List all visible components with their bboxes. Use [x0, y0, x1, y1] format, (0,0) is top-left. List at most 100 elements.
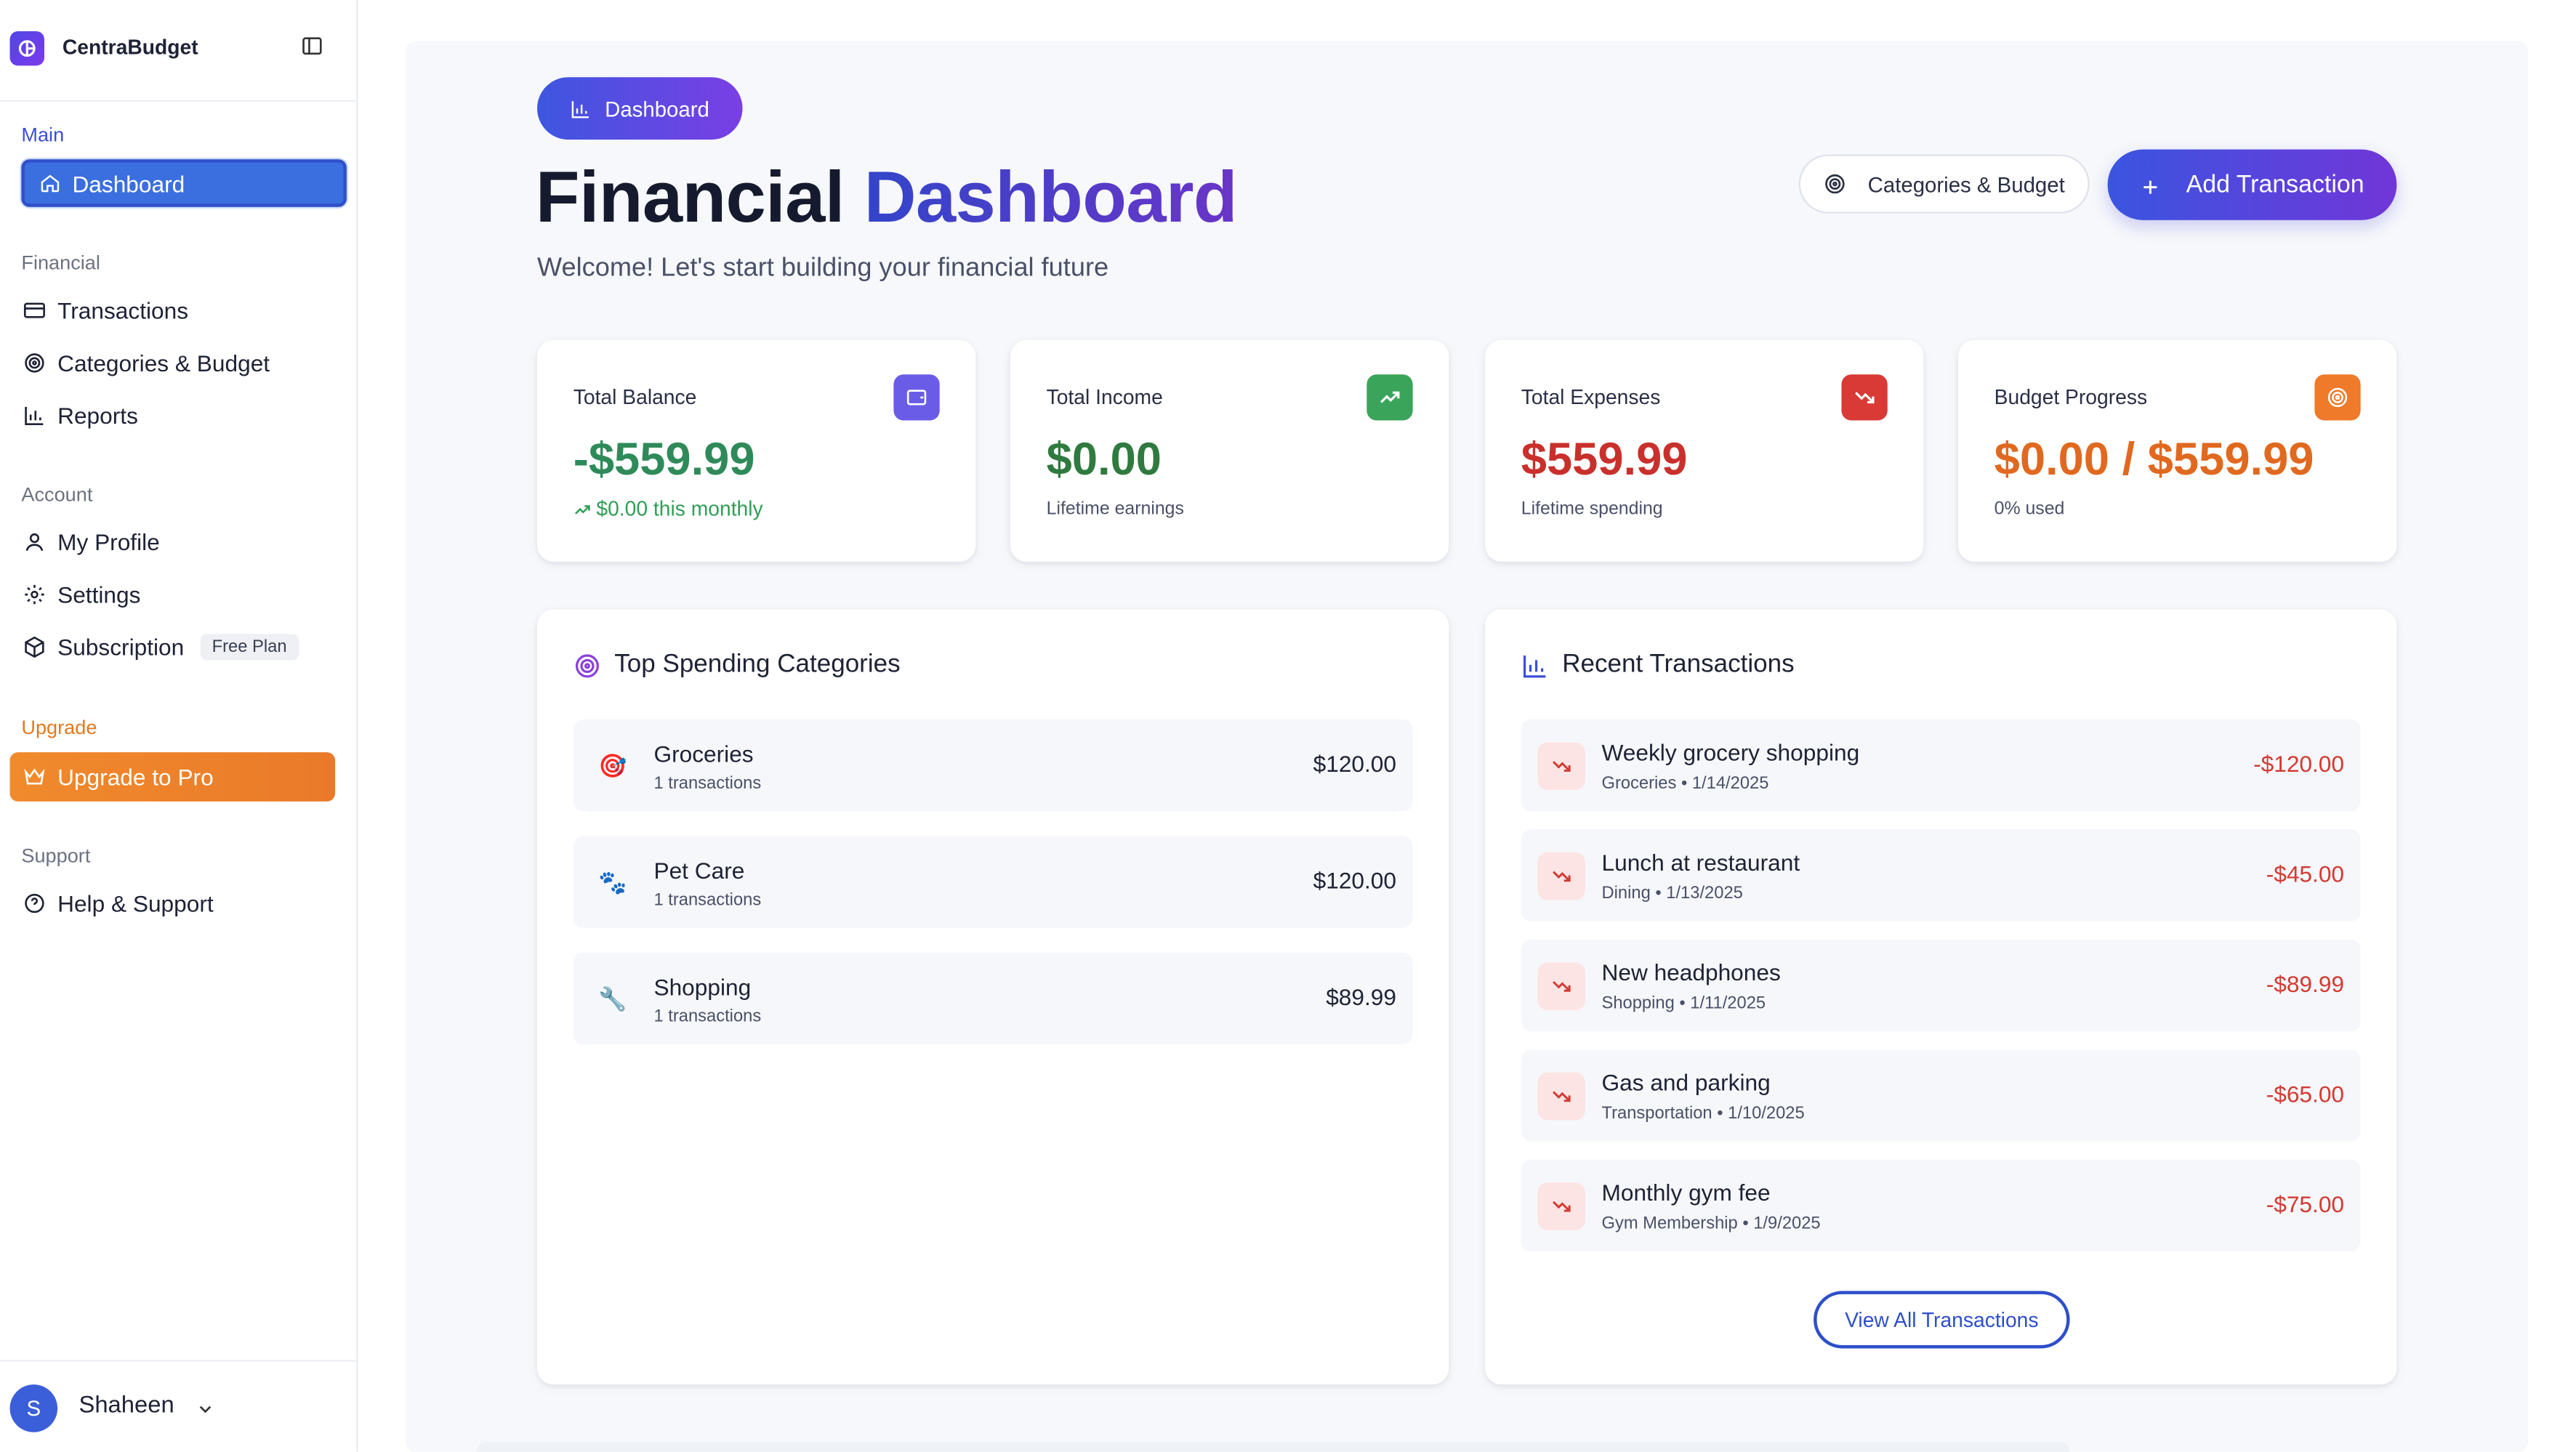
plus-icon — [2140, 175, 2160, 195]
sidebar-item-label: Upgrade to Pro — [57, 763, 214, 791]
section-label-support: Support — [21, 844, 91, 868]
list-item[interactable]: 🐾 Pet Care 1 transactions $120.00 — [573, 836, 1413, 928]
crown-icon — [23, 765, 47, 788]
page-title: Financial Dashboard — [535, 157, 1238, 240]
home-icon — [38, 172, 61, 195]
button-label: Add Transaction — [2186, 171, 2364, 199]
panel-title: Recent Transactions — [1521, 650, 1795, 680]
trend-down-icon — [1537, 1182, 1585, 1230]
target-icon — [1824, 172, 1847, 195]
sidebar-item-subscription[interactable]: Subscription Free Plan — [21, 626, 346, 669]
stat-sub-text: $0.00 this monthly — [596, 497, 763, 521]
wrench-icon: 🔧 — [598, 985, 627, 1012]
sidebar-item-reports[interactable]: Reports — [21, 394, 346, 437]
avatar: S — [9, 1384, 58, 1432]
trend-up-icon — [573, 500, 592, 518]
dart-icon: 🎯 — [598, 752, 627, 779]
brand[interactable]: CentraBudget — [9, 30, 349, 66]
trend-down-icon — [1841, 374, 1888, 421]
trend-down-icon — [1537, 852, 1585, 900]
user-menu[interactable]: S Shaheen — [0, 1360, 357, 1452]
page-bottom-edge — [476, 1442, 2070, 1452]
transaction-amount: -$65.00 — [2266, 1081, 2345, 1108]
sidebar-item-label: Transactions — [57, 297, 189, 324]
table-row[interactable]: New headphones Shopping • 1/11/2025 -$89… — [1521, 939, 2361, 1032]
target-icon — [573, 651, 601, 679]
sidebar-item-label: Help & Support — [57, 890, 214, 917]
user-icon — [23, 531, 47, 554]
stat-card-total-expenses: Total Expenses $559.99 Lifetime spending — [1485, 339, 1924, 562]
transaction-meta: Shopping • 1/11/2025 — [1601, 993, 1766, 1014]
transaction-meta: Gym Membership • 1/9/2025 — [1601, 1214, 1821, 1234]
transaction-meta: Dining • 1/13/2025 — [1601, 883, 1743, 903]
button-label: Categories & Budget — [1867, 172, 2065, 197]
top-spending-panel: Top Spending Categories 🎯 Groceries 1 tr… — [537, 609, 1449, 1385]
gear-icon — [23, 583, 47, 606]
sidebar-item-label: My Profile — [57, 528, 160, 555]
stat-card-total-balance: Total Balance -$559.99 $0.00 this monthl… — [537, 339, 976, 562]
table-row[interactable]: Lunch at restaurant Dining • 1/13/2025 -… — [1521, 829, 2361, 921]
category-name: Groceries — [653, 741, 754, 767]
trend-down-icon — [1537, 742, 1585, 791]
stat-value: $559.99 — [1521, 433, 1688, 485]
sidebar-item-help[interactable]: Help & Support — [21, 882, 346, 925]
page-title-part1: Financial — [535, 157, 845, 238]
stat-label: Total Income — [1046, 386, 1163, 409]
bar-chart-icon — [23, 404, 47, 427]
transaction-amount: -$120.00 — [2253, 750, 2345, 777]
transaction-name: Gas and parking — [1601, 1069, 1771, 1096]
sidebar-item-label: Categories & Budget — [57, 350, 270, 376]
transaction-amount: -$89.99 — [2266, 970, 2345, 997]
transaction-meta: Transportation • 1/10/2025 — [1601, 1103, 1805, 1124]
page-title-part2: Dashboard — [864, 157, 1238, 238]
trend-down-icon — [1537, 1072, 1585, 1121]
help-circle-icon — [23, 892, 47, 915]
section-label-main: Main — [21, 123, 65, 147]
sidebar-item-label: Settings — [57, 581, 141, 608]
stat-value: -$559.99 — [573, 433, 755, 485]
transaction-name: Monthly gym fee — [1601, 1179, 1771, 1206]
stat-sub: 0% used — [1994, 499, 2065, 520]
transaction-name: Lunch at restaurant — [1601, 849, 1800, 876]
sidebar-toggle-icon[interactable] — [301, 34, 324, 57]
transaction-name: New headphones — [1601, 959, 1781, 985]
recent-transactions-panel: Recent Transactions Weekly grocery shopp… — [1485, 609, 2397, 1385]
transaction-amount: -$75.00 — [2266, 1190, 2345, 1217]
sidebar-item-settings[interactable]: Settings — [21, 573, 346, 616]
sidebar-item-label: Reports — [57, 402, 138, 429]
sidebar-item-categories[interactable]: Categories & Budget — [21, 342, 346, 384]
section-label-financial: Financial — [21, 251, 100, 275]
target-icon — [23, 352, 47, 375]
categories-budget-button[interactable]: Categories & Budget — [1798, 154, 2090, 214]
category-count: 1 transactions — [653, 773, 762, 794]
category-count: 1 transactions — [653, 1007, 762, 1027]
view-all-transactions-button[interactable]: View All Transactions — [1814, 1291, 2070, 1349]
wallet-icon — [893, 374, 940, 421]
sidebar-item-transactions[interactable]: Transactions — [21, 289, 346, 332]
sidebar: CentraBudget Main Dashboard Financial Tr… — [0, 0, 358, 1452]
add-transaction-button[interactable]: Add Transaction — [2107, 149, 2397, 220]
transaction-meta: Groceries • 1/14/2025 — [1601, 773, 1769, 794]
section-label-upgrade: Upgrade — [21, 716, 97, 739]
table-row[interactable]: Monthly gym fee Gym Membership • 1/9/202… — [1521, 1159, 2361, 1252]
credit-card-icon — [23, 299, 47, 322]
stat-card-budget-progress: Budget Progress $0.00 / $559.99 0% used — [1957, 339, 2397, 562]
table-row[interactable]: Weekly grocery shopping Groceries • 1/14… — [1521, 719, 2361, 812]
paw-icon: 🐾 — [598, 868, 627, 895]
sidebar-item-profile[interactable]: My Profile — [21, 520, 346, 563]
upgrade-to-pro-button[interactable]: Upgrade to Pro — [9, 752, 336, 802]
chevron-down-icon[interactable] — [196, 1397, 215, 1417]
stat-label: Budget Progress — [1994, 386, 2148, 409]
sidebar-item-dashboard[interactable]: Dashboard — [21, 159, 347, 207]
stat-label: Total Balance — [573, 386, 697, 409]
category-amount: $120.00 — [1313, 867, 1396, 894]
target-icon — [2314, 374, 2361, 421]
sidebar-item-label: Subscription — [57, 634, 185, 661]
category-name: Shopping — [653, 974, 752, 1001]
app-root: CentraBudget Main Dashboard Financial Tr… — [0, 0, 2576, 1452]
list-item[interactable]: 🎯 Groceries 1 transactions $120.00 — [573, 719, 1413, 812]
stat-label: Total Expenses — [1521, 386, 1661, 409]
table-row[interactable]: Gas and parking Transportation • 1/10/20… — [1521, 1049, 2361, 1142]
list-item[interactable]: 🔧 Shopping 1 transactions $89.99 — [573, 952, 1413, 1045]
panel-title-text: Top Spending Categories — [614, 650, 901, 679]
